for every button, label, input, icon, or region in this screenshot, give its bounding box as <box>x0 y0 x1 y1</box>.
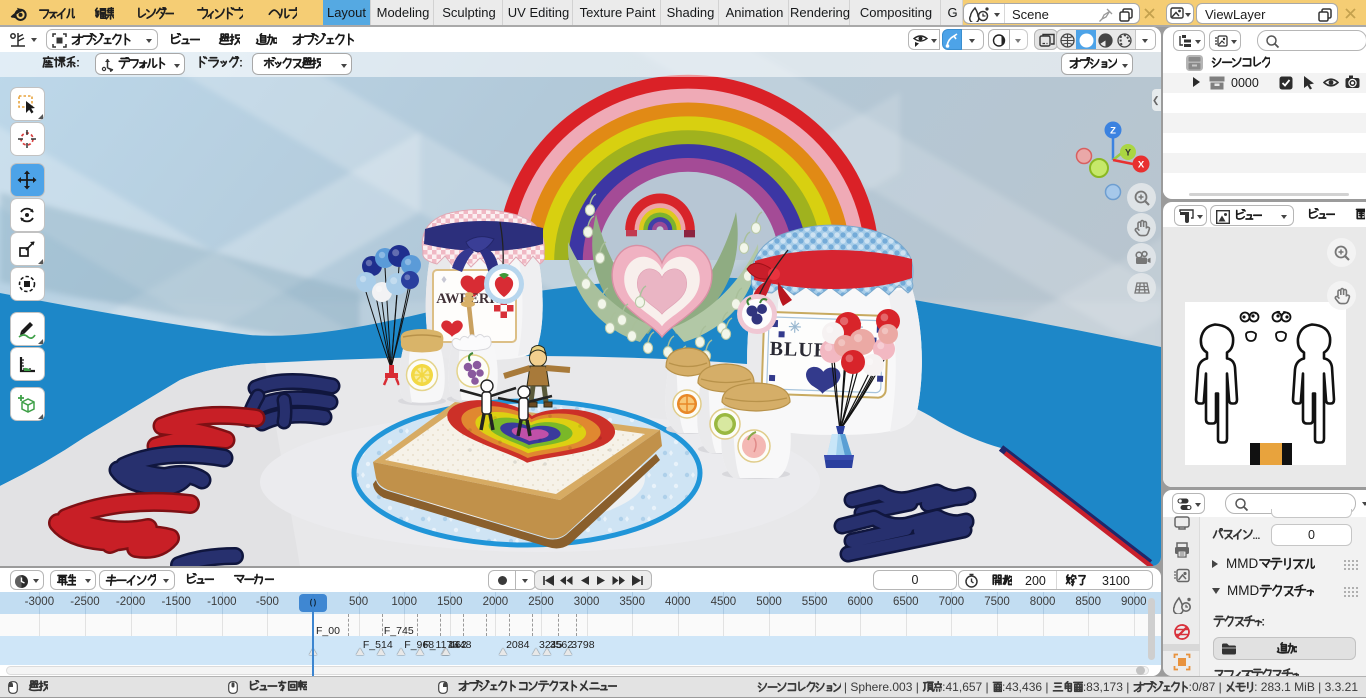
svg-text:X: X <box>1138 160 1145 171</box>
svg-text:Y: Y <box>1125 148 1131 158</box>
svg-text:Z: Z <box>1110 126 1116 137</box>
